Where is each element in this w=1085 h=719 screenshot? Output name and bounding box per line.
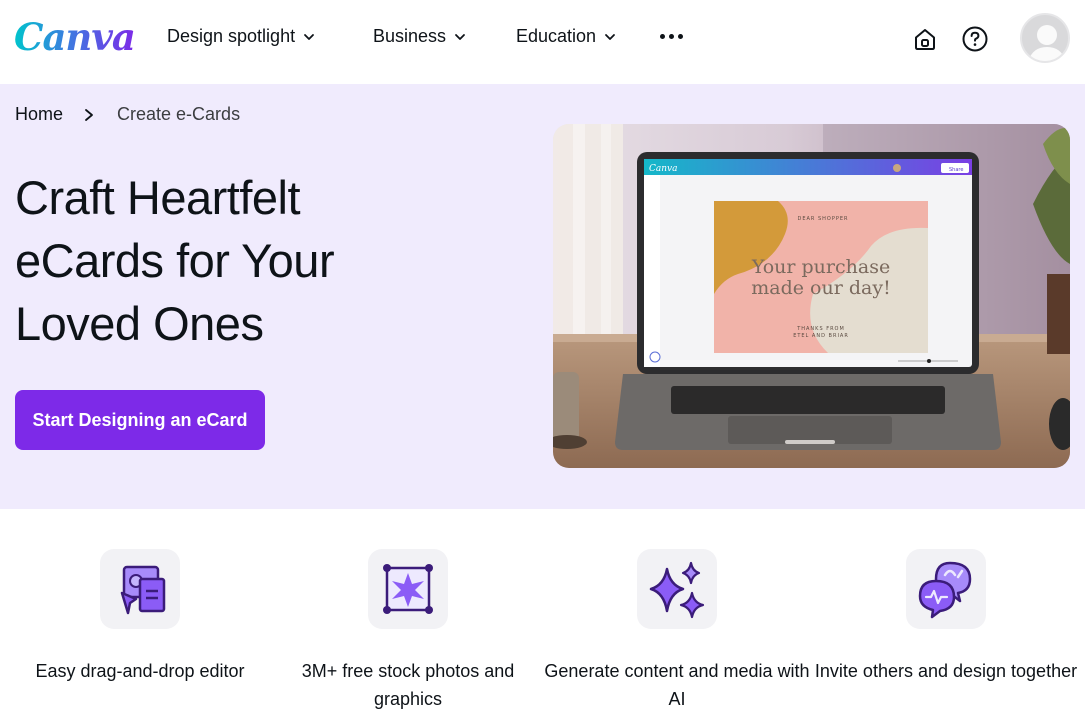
drag-drop-icon xyxy=(100,549,180,629)
chevron-down-icon xyxy=(304,33,314,40)
dot xyxy=(660,34,665,39)
collaborate-chat-icon xyxy=(906,549,986,629)
card-headline-1: Your purchase xyxy=(751,256,890,278)
card-signoff-1: THANKS FROM xyxy=(796,326,845,332)
feature-label: Invite others and design together xyxy=(814,661,1078,681)
nav-business[interactable]: Business xyxy=(373,26,466,47)
feature-drag-drop: Easy drag-and-drop editor xyxy=(5,549,275,685)
canva-logo[interactable]: Canva xyxy=(14,14,136,60)
card-headline-2: made our day! xyxy=(751,277,890,299)
laptop-illustration: Canva Share DEAR SHOPPER Your purchase m… xyxy=(553,124,1070,468)
top-navigation-bar: Canva Design spotlight Business Educatio… xyxy=(0,0,1085,84)
feature-label: Generate content and media with AI xyxy=(544,661,810,709)
share-label: Share xyxy=(949,167,963,173)
dot xyxy=(669,34,674,39)
nav-design-spotlight-label: Design spotlight xyxy=(167,26,296,46)
feature-label: Easy drag-and-drop editor xyxy=(35,661,245,681)
nav-education-label: Education xyxy=(516,26,597,46)
breadcrumb: Home Create e-Cards xyxy=(15,104,240,125)
feature-label: 3M+ free stock photos and graphics xyxy=(301,661,515,709)
breadcrumb-home-link[interactable]: Home xyxy=(15,104,63,125)
feature-collaborate: Invite others and design together xyxy=(811,549,1081,685)
ai-sparkle-icon xyxy=(637,549,717,629)
user-silhouette-icon xyxy=(1028,25,1066,61)
feature-stock-photos: 3M+ free stock photos and graphics xyxy=(273,549,543,713)
dot xyxy=(678,34,683,39)
nav-design-spotlight[interactable]: Design spotlight xyxy=(167,26,315,47)
card-signoff-2: ETEL AND BRIAR xyxy=(793,333,849,339)
start-designing-button[interactable]: Start Designing an eCard xyxy=(15,390,265,450)
more-menu-button[interactable] xyxy=(660,34,683,39)
card-greeting: DEAR SHOPPER xyxy=(797,216,848,222)
chevron-down-icon xyxy=(605,33,615,40)
page-title: Craft Heartfelt eCards for Your Loved On… xyxy=(15,171,335,350)
features-section: Easy drag-and-drop editor 3M+ free stock… xyxy=(0,509,1085,719)
avatar[interactable] xyxy=(1020,13,1070,63)
chevron-right-icon xyxy=(85,108,93,121)
feature-ai-generate: Generate content and media with AI xyxy=(542,549,812,713)
help-icon[interactable] xyxy=(962,26,988,52)
hero-section: Home Create e-Cards Craft Heartfelt eCar… xyxy=(0,84,1085,509)
nav-business-label: Business xyxy=(373,26,447,46)
hero-laptop-image: Canva Share DEAR SHOPPER Your purchase m… xyxy=(553,124,1070,468)
breadcrumb-current: Create e-Cards xyxy=(117,104,241,124)
editor-logo: Canva xyxy=(649,164,678,174)
nav-education[interactable]: Education xyxy=(516,26,616,47)
home-icon[interactable] xyxy=(912,26,938,52)
chevron-down-icon xyxy=(455,33,465,40)
stock-photos-icon xyxy=(368,549,448,629)
